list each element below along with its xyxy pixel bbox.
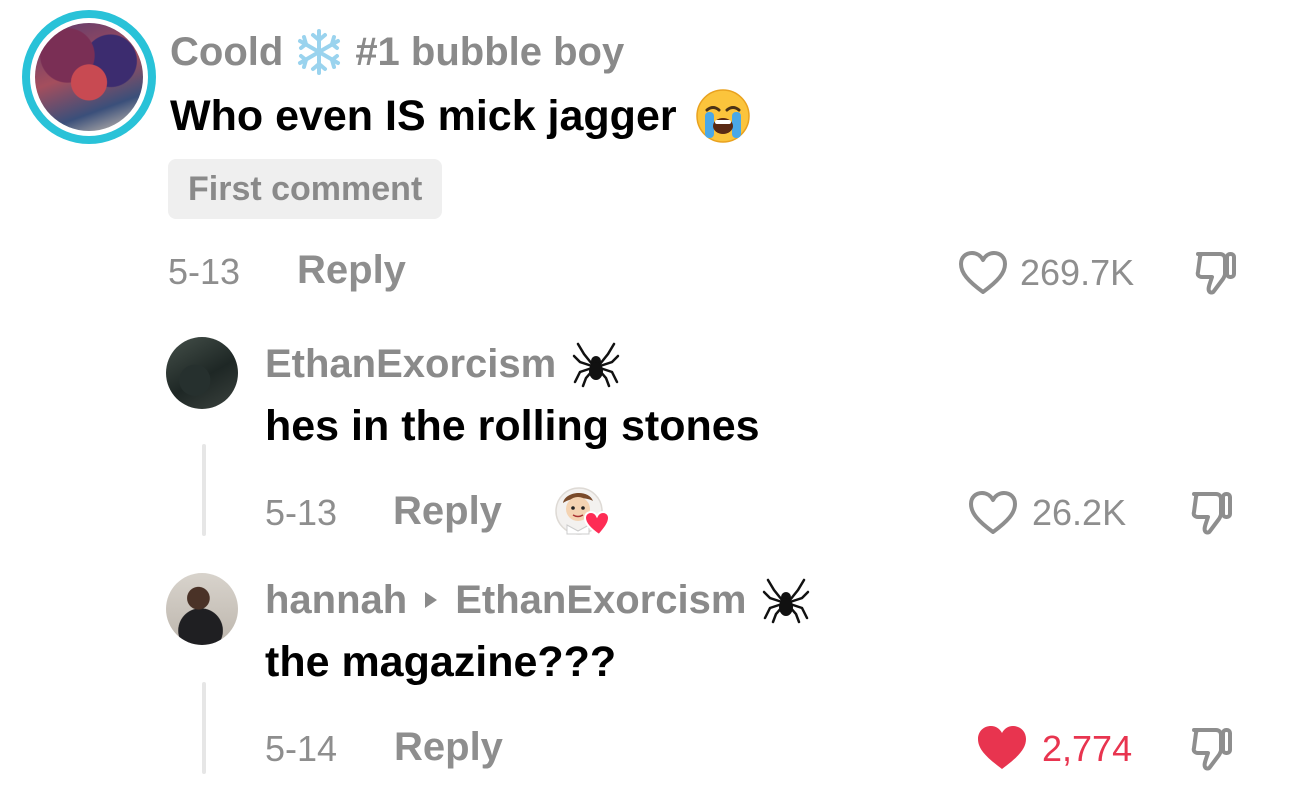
comment-text: the magazine??? [265, 638, 617, 686]
first-comment-badge: First comment [168, 159, 443, 219]
heart-outline-icon[interactable] [958, 250, 1008, 296]
reply-button[interactable]: Reply [297, 248, 406, 293]
heart-filled-icon[interactable] [976, 724, 1028, 772]
reply-button[interactable]: Reply [393, 489, 502, 534]
comment-text: Who even IS mick jagger [170, 91, 677, 140]
like-count: 269.7K [1020, 252, 1135, 293]
comment-date: 5-14 [265, 728, 338, 769]
comment-body: Who even IS mick jagger [170, 88, 751, 144]
loudly-crying-face-icon [695, 88, 751, 144]
reply-to-username[interactable]: EthanExorcism [455, 578, 746, 623]
spider-icon [572, 340, 620, 388]
like-count: 26.2K [1032, 492, 1127, 533]
comment-date: 5-13 [265, 492, 338, 533]
thumbs-down-icon[interactable] [1188, 724, 1236, 772]
username[interactable]: EthanExorcism [265, 342, 556, 387]
spider-icon [762, 576, 810, 624]
thread-line [202, 682, 206, 774]
snowflake-icon [295, 28, 343, 76]
comment-date: 5-13 [168, 251, 241, 292]
username[interactable]: Coold [170, 30, 283, 75]
triangle-right-icon [423, 590, 439, 610]
comment-header: Coold #1 bubble boy [170, 28, 624, 76]
comment-header: EthanExorcism [265, 340, 620, 388]
avatar[interactable] [166, 573, 238, 645]
thumbs-down-icon[interactable] [1192, 248, 1240, 296]
thumbs-down-icon[interactable] [1188, 488, 1236, 536]
avatar[interactable] [166, 337, 238, 409]
username[interactable]: hannah [265, 578, 407, 623]
comment-text: hes in the rolling stones [265, 402, 760, 450]
thread-line [202, 444, 206, 536]
reply-button[interactable]: Reply [394, 725, 503, 770]
avatar-image [35, 23, 143, 131]
comment-header: hannah EthanExorcism [265, 576, 810, 624]
creator-liked-badge-icon [553, 485, 611, 537]
heart-outline-icon[interactable] [968, 490, 1018, 536]
avatar[interactable] [22, 10, 156, 144]
username-suffix: #1 bubble boy [355, 29, 625, 74]
like-count: 2,774 [1042, 728, 1133, 769]
